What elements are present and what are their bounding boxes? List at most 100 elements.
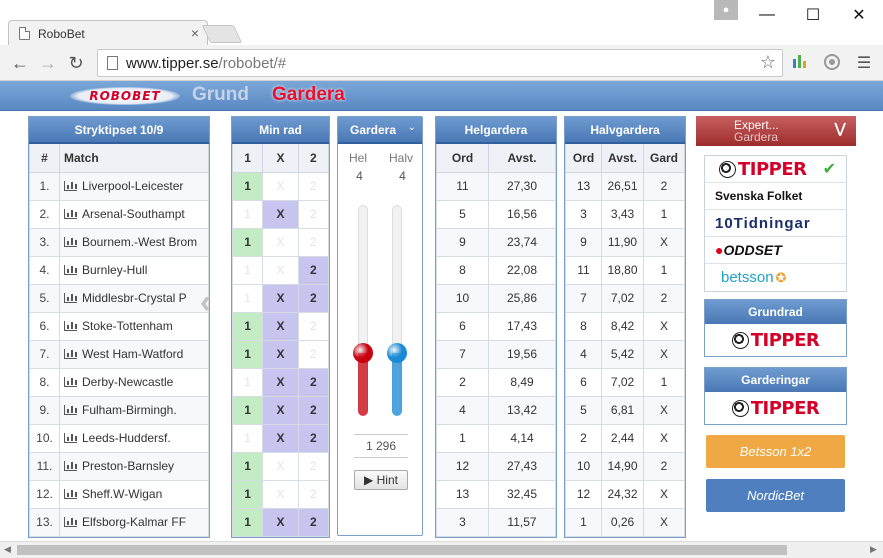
pick-cell-1[interactable]: 1 bbox=[231, 339, 264, 369]
pick-cell-2[interactable]: 2 bbox=[297, 171, 330, 201]
match-cell[interactable]: Sheff.W-Wigan bbox=[59, 479, 209, 509]
user-icon[interactable]: ● bbox=[714, 0, 738, 20]
hel-slider[interactable] bbox=[353, 205, 373, 416]
pick-cell-x[interactable]: X bbox=[262, 311, 299, 341]
stats-chart-icon[interactable] bbox=[64, 293, 77, 303]
pick-cell-2[interactable]: 2 bbox=[297, 367, 330, 397]
maximize-button[interactable]: ☐ bbox=[790, 0, 836, 30]
back-icon[interactable]: ← bbox=[8, 51, 32, 75]
pick-cell-1[interactable]: 1 bbox=[231, 451, 264, 481]
match-cell[interactable]: Derby-Newcastle bbox=[59, 367, 209, 397]
pick-cell-2[interactable]: 2 bbox=[297, 507, 330, 537]
pick-cell-x[interactable]: X bbox=[262, 479, 299, 509]
pick-cell-2[interactable]: 2 bbox=[297, 283, 330, 313]
pick-cell-x[interactable]: X bbox=[262, 507, 299, 537]
source-10tidningar[interactable]: 10Tidningar bbox=[705, 210, 846, 237]
pick-cell-x[interactable]: X bbox=[262, 423, 299, 453]
match-cell[interactable]: Leeds-Huddersf. bbox=[59, 423, 209, 453]
stats-chart-icon[interactable] bbox=[64, 461, 77, 471]
pick-cell-x[interactable]: X bbox=[262, 451, 299, 481]
browser-tab[interactable]: RoboBet × bbox=[8, 20, 208, 46]
grundrad-box[interactable]: Grundrad TIPPER bbox=[704, 299, 847, 357]
scrollbar-thumb[interactable] bbox=[17, 545, 787, 555]
pick-cell-2[interactable]: 2 bbox=[297, 423, 330, 453]
halv-slider[interactable] bbox=[387, 205, 407, 416]
pick-cell-2[interactable]: 2 bbox=[297, 339, 330, 369]
window-close-button[interactable]: ✕ bbox=[836, 0, 882, 30]
pick-cell-2[interactable]: 2 bbox=[297, 395, 330, 425]
pick-cell-x[interactable]: X bbox=[262, 199, 299, 229]
source-svenska-folket[interactable]: Svenska Folket bbox=[705, 183, 846, 210]
pick-cell-1[interactable]: 1 bbox=[231, 199, 264, 229]
pick-cell-x[interactable]: X bbox=[262, 283, 299, 313]
pick-cell-2[interactable]: 2 bbox=[297, 451, 330, 481]
stats-chart-icon[interactable] bbox=[64, 517, 77, 527]
halv-slider-handle[interactable] bbox=[387, 343, 407, 363]
match-cell[interactable]: West Ham-Watford bbox=[59, 339, 209, 369]
forward-icon[interactable]: → bbox=[36, 51, 60, 75]
robobet-logo[interactable]: ROBOBET bbox=[70, 87, 180, 105]
stats-chart-icon[interactable] bbox=[64, 377, 77, 387]
pick-cell-1[interactable]: 1 bbox=[231, 311, 264, 341]
match-cell[interactable]: Fulham-Birmingh. bbox=[59, 395, 209, 425]
garderingar-box[interactable]: Garderingar TIPPER bbox=[704, 367, 847, 425]
hint-button[interactable]: ▶ Hint bbox=[354, 470, 408, 490]
match-cell[interactable]: Preston-Barnsley bbox=[59, 451, 209, 481]
scroll-right-icon[interactable]: ▶ bbox=[870, 544, 877, 555]
stats-chart-icon[interactable] bbox=[64, 433, 77, 443]
pick-cell-1[interactable]: 1 bbox=[231, 479, 264, 509]
menu-icon[interactable]: ☰ bbox=[852, 51, 876, 75]
tab-grund[interactable]: Grund bbox=[192, 84, 249, 106]
stats-chart-icon[interactable] bbox=[64, 349, 77, 359]
match-cell[interactable]: Stoke-Tottenham bbox=[59, 311, 209, 341]
betsson-1x2-button[interactable]: Betsson 1x2 bbox=[706, 435, 845, 468]
bookmark-star-icon[interactable]: ☆ bbox=[760, 52, 776, 73]
pick-cell-2[interactable]: 2 bbox=[297, 255, 330, 285]
stats-chart-icon[interactable] bbox=[64, 209, 77, 219]
minimize-button[interactable]: — bbox=[744, 0, 790, 30]
extension-circle-icon[interactable] bbox=[823, 53, 841, 71]
chevron-left-icon[interactable]: ‹ bbox=[200, 283, 211, 322]
tab-gardera[interactable]: Gardera bbox=[272, 84, 345, 106]
close-icon[interactable]: × bbox=[191, 25, 199, 41]
source-oddset[interactable]: ●ODDSET bbox=[705, 237, 846, 264]
pick-cell-2[interactable]: 2 bbox=[297, 227, 330, 257]
stats-chart-icon[interactable] bbox=[64, 405, 77, 415]
match-cell[interactable]: Arsenal-Southampt bbox=[59, 199, 209, 229]
source-tipper[interactable]: TIPPER ✔ bbox=[705, 156, 846, 183]
match-cell[interactable]: Bournem.-West Brom bbox=[59, 227, 209, 257]
stats-chart-icon[interactable] bbox=[64, 237, 77, 247]
match-cell[interactable]: Middlesbr-Crystal P bbox=[59, 283, 209, 313]
pick-cell-x[interactable]: X bbox=[262, 227, 299, 257]
reload-icon[interactable]: ↻ bbox=[64, 51, 88, 75]
pick-cell-x[interactable]: X bbox=[262, 171, 299, 201]
stats-chart-icon[interactable] bbox=[64, 181, 77, 191]
pick-cell-x[interactable]: X bbox=[262, 367, 299, 397]
pick-cell-1[interactable]: 1 bbox=[231, 227, 264, 257]
source-betsson[interactable]: betsson ✪ bbox=[705, 264, 846, 291]
pick-cell-1[interactable]: 1 bbox=[231, 171, 264, 201]
match-cell[interactable]: Liverpool-Leicester bbox=[59, 171, 209, 201]
pick-cell-x[interactable]: X bbox=[262, 395, 299, 425]
chart-extension-icon[interactable] bbox=[791, 53, 809, 69]
pick-cell-1[interactable]: 1 bbox=[231, 255, 264, 285]
pick-cell-2[interactable]: 2 bbox=[297, 479, 330, 509]
nordicbet-button[interactable]: NordicBet bbox=[706, 479, 845, 512]
stats-chart-icon[interactable] bbox=[64, 321, 77, 331]
pick-cell-2[interactable]: 2 bbox=[297, 311, 330, 341]
stats-chart-icon[interactable] bbox=[64, 489, 77, 499]
pick-cell-1[interactable]: 1 bbox=[231, 395, 264, 425]
scroll-left-icon[interactable]: ◀ bbox=[4, 544, 11, 555]
pick-cell-2[interactable]: 2 bbox=[297, 199, 330, 229]
match-cell[interactable]: Elfsborg-Kalmar FF bbox=[59, 507, 209, 537]
pick-cell-1[interactable]: 1 bbox=[231, 423, 264, 453]
hel-slider-handle[interactable] bbox=[353, 343, 373, 363]
horizontal-scrollbar[interactable]: ◀ ▶ bbox=[0, 541, 883, 558]
chevron-down-icon[interactable]: ⌄ bbox=[408, 122, 416, 133]
address-bar[interactable]: www.tipper.se/robobet/# ☆ bbox=[97, 49, 783, 77]
stats-chart-icon[interactable] bbox=[64, 265, 77, 275]
expert-dropdown[interactable]: Expert... Gardera ⋁ bbox=[696, 116, 856, 146]
match-cell[interactable]: Burnley-Hull bbox=[59, 255, 209, 285]
pick-cell-1[interactable]: 1 bbox=[231, 367, 264, 397]
pick-cell-x[interactable]: X bbox=[262, 255, 299, 285]
